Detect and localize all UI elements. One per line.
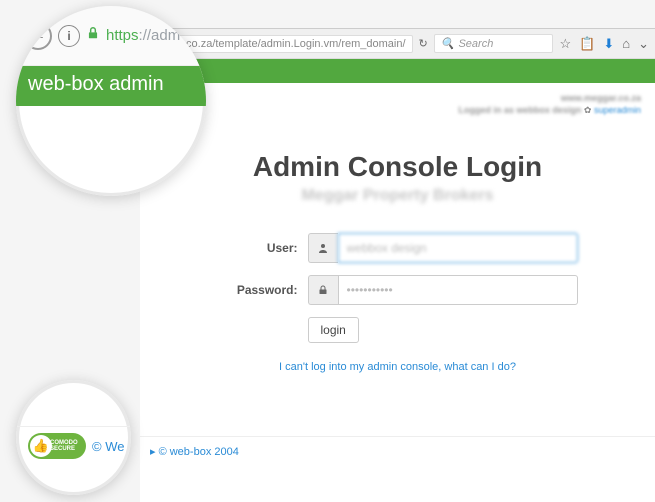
pocket-icon[interactable]: ⌄	[638, 36, 649, 52]
magnifier-top: ← i https://adm web-box admin	[16, 6, 206, 196]
browser-chrome-bar: ebbox.co.za/template/admin.Login.vm/rem_…	[140, 29, 655, 59]
help-link[interactable]: I can't log into my admin console, what …	[279, 361, 516, 373]
footer-bullet: ▸	[150, 446, 159, 458]
gear-icon[interactable]: ✿	[584, 105, 594, 115]
password-label: Password:	[218, 283, 308, 297]
search-icon: 🔍	[441, 37, 455, 50]
user-input[interactable]	[338, 233, 578, 263]
download-icon[interactable]: ⬇	[603, 36, 614, 52]
session-logged-in: Logged in as webbox design	[458, 105, 581, 115]
info-icon[interactable]: i	[58, 25, 80, 47]
lock-icon	[308, 275, 338, 305]
lock-icon	[86, 25, 100, 46]
user-icon	[308, 233, 338, 263]
session-domain: www.meggar.co.za	[458, 93, 641, 105]
mag-address-bar: ← i https://adm	[16, 6, 206, 66]
magnifier-bottom: 👍 COMODO SECURE © We	[16, 380, 131, 495]
session-info: www.meggar.co.za Logged in as webbox des…	[458, 93, 641, 116]
toolbar-icons: ☆ 📋 ⬇ ⌂ ⌄	[559, 36, 649, 52]
user-label: User:	[218, 241, 308, 255]
green-header-strip	[140, 59, 655, 83]
login-button[interactable]: login	[308, 317, 359, 343]
star-icon[interactable]: ☆	[559, 36, 571, 52]
user-row: User:	[218, 233, 578, 263]
back-button[interactable]: ←	[24, 22, 52, 50]
password-row: Password:	[218, 275, 578, 305]
home-icon[interactable]: ⌂	[622, 36, 630, 51]
footer-copyright: © web-box 2004	[159, 446, 239, 458]
password-input[interactable]	[338, 275, 578, 305]
clipboard-icon[interactable]: 📋	[579, 36, 595, 52]
badge-text-bottom: SECURE	[50, 446, 78, 452]
page-subtitle: Meggar Property Brokers	[140, 187, 655, 205]
footer: ▸ © web-box 2004	[140, 436, 655, 466]
browser-window: ebbox.co.za/template/admin.Login.vm/rem_…	[140, 28, 655, 502]
login-panel: Admin Console Login Meggar Property Brok…	[140, 83, 655, 373]
page-title: Admin Console Login	[140, 151, 655, 183]
thumbs-up-icon: 👍	[30, 435, 52, 457]
mag-green-header: web-box admin	[16, 66, 206, 106]
search-box[interactable]: 🔍 Search	[434, 34, 554, 53]
copyright-fragment: © We	[92, 439, 124, 454]
session-superadmin-link[interactable]: superadmin	[594, 105, 641, 115]
search-placeholder: Search	[458, 38, 493, 50]
reload-icon[interactable]: ↻	[419, 37, 428, 50]
mag-url-text: https://adm	[106, 27, 180, 44]
login-form: User: Password: login	[218, 233, 578, 373]
comodo-secure-badge: 👍 COMODO SECURE	[28, 433, 86, 459]
